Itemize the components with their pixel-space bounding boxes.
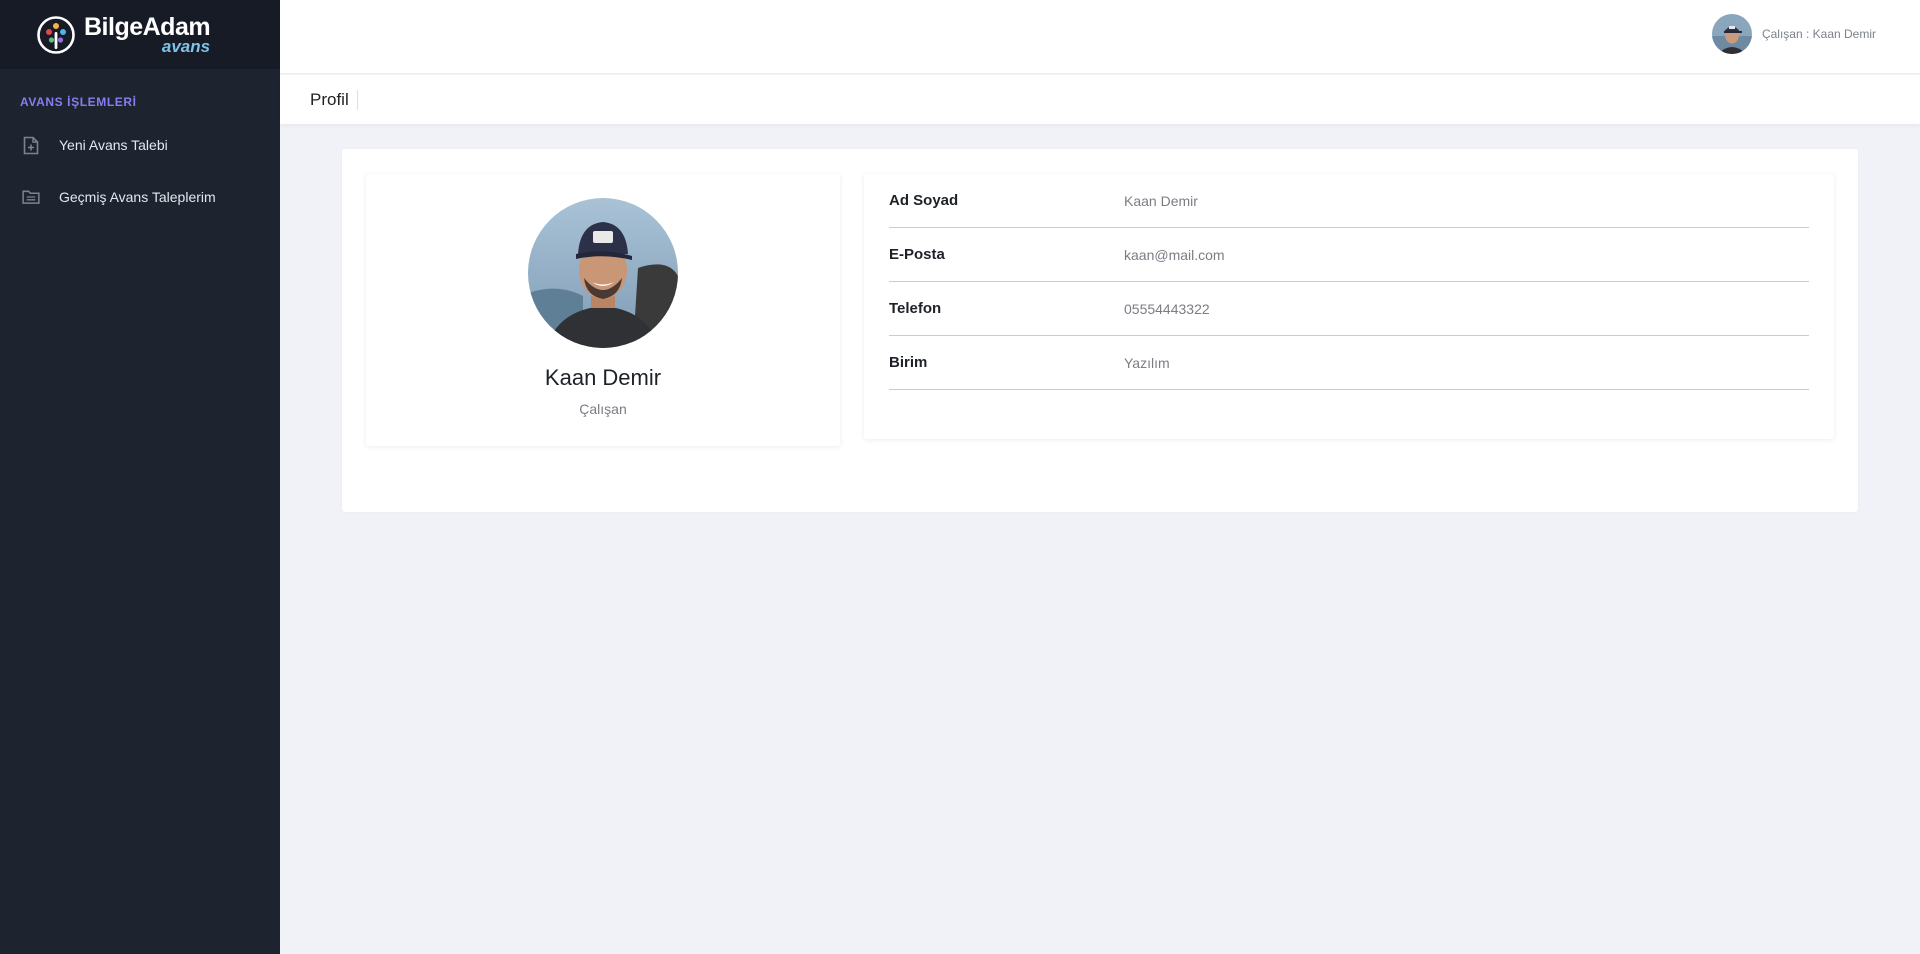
brand-name: BilgeAdam bbox=[84, 12, 211, 41]
profile-name: Kaan Demir bbox=[544, 365, 662, 390]
profile-container: Kaan Demir Çalışan Ad Soyad Kaan Demir E… bbox=[342, 149, 1858, 512]
sidebar: BilgeAdam avans AVANS İŞLEMLERİ Yeni Ava… bbox=[0, 0, 280, 954]
detail-value: kaan@mail.com bbox=[1124, 246, 1225, 263]
detail-value: Kaan Demir bbox=[1124, 192, 1198, 209]
profile-role: Çalışan bbox=[579, 401, 627, 417]
sidebar-item-label: Geçmiş Avans Taleplerim bbox=[59, 189, 216, 205]
detail-label: E-Posta bbox=[889, 246, 945, 263]
brand-text: BilgeAdam avans bbox=[84, 12, 211, 55]
file-plus-icon bbox=[22, 135, 40, 155]
sidebar-item-new-advance-request[interactable]: Yeni Avans Talebi bbox=[0, 119, 280, 171]
detail-row-full-name: Ad Soyad Kaan Demir bbox=[889, 174, 1809, 228]
profile-details-card: Ad Soyad Kaan Demir E-Posta kaan@mail.co… bbox=[864, 174, 1834, 439]
page-title: Profil bbox=[310, 89, 358, 110]
page-header-bar: Profil bbox=[280, 75, 1920, 124]
avatar bbox=[1711, 14, 1752, 54]
detail-label: Birim bbox=[889, 354, 928, 371]
profile-photo bbox=[528, 198, 678, 348]
detail-row-department: Birim Yazılım bbox=[889, 336, 1809, 390]
detail-row-email: E-Posta kaan@mail.com bbox=[889, 228, 1809, 282]
sidebar-item-past-advance-requests[interactable]: Geçmiş Avans Taleplerim bbox=[0, 171, 280, 223]
detail-value: 05554443322 bbox=[1124, 300, 1210, 317]
bilgeadam-logo-icon bbox=[37, 15, 75, 54]
sidebar-section-title: AVANS İŞLEMLERİ bbox=[20, 95, 137, 109]
detail-label: Ad Soyad bbox=[889, 192, 959, 209]
profile-summary-card: Kaan Demir Çalışan bbox=[366, 174, 840, 446]
top-header: Çalışan : Kaan Demir bbox=[280, 0, 1920, 74]
sidebar-item-label: Yeni Avans Talebi bbox=[59, 137, 168, 153]
detail-row-phone: Telefon 05554443322 bbox=[889, 282, 1809, 336]
detail-label: Telefon bbox=[889, 300, 942, 317]
detail-value: Yazılım bbox=[1124, 354, 1170, 371]
user-menu[interactable]: Çalışan : Kaan Demir bbox=[1711, 14, 1876, 54]
brand-logo[interactable]: BilgeAdam avans bbox=[0, 0, 280, 69]
folder-icon bbox=[22, 187, 40, 207]
user-label: Çalışan : Kaan Demir bbox=[1761, 27, 1876, 41]
